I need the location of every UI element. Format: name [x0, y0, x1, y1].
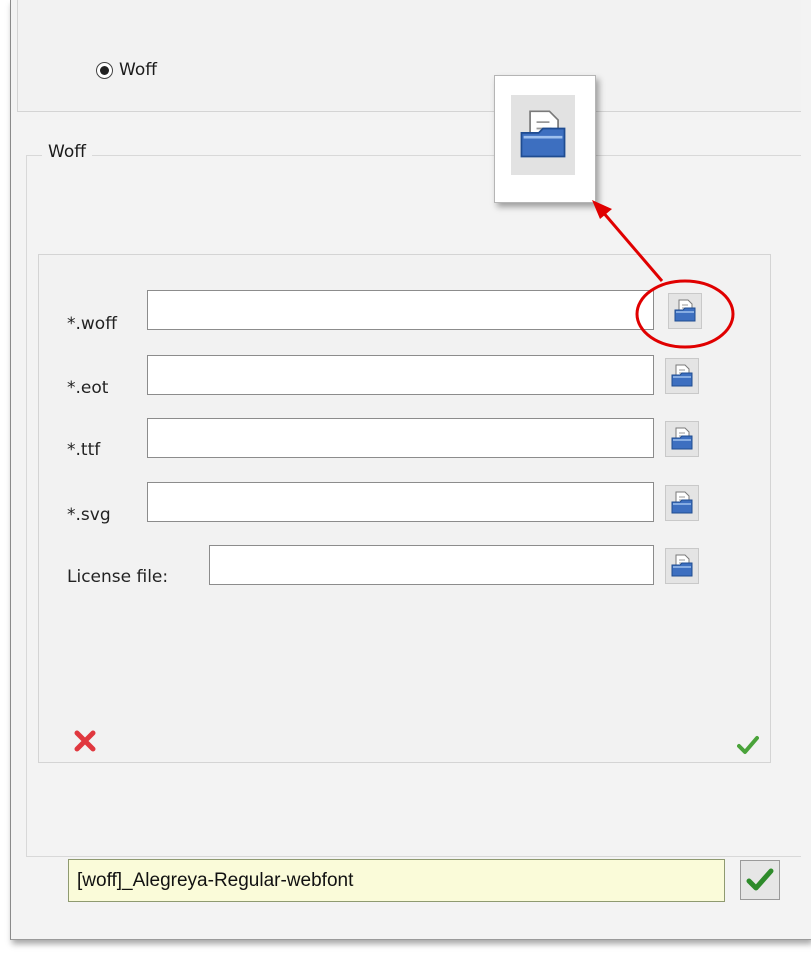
red-x-icon[interactable] [73, 729, 97, 753]
eot-input[interactable] [147, 355, 654, 395]
folder-browse-icon [520, 110, 566, 158]
radio-label: Woff [119, 60, 157, 80]
green-check-icon [746, 868, 774, 891]
folder-browse-icon [671, 491, 693, 514]
eot-label: *.eot [67, 378, 109, 398]
radio-selected-dot [100, 65, 109, 75]
radio-woff[interactable]: Woff [96, 60, 157, 80]
ttf-label: *.ttf [67, 440, 101, 460]
radio-button[interactable] [96, 61, 113, 79]
woff-label: *.woff [67, 314, 117, 334]
folder-browse-icon [671, 554, 693, 577]
svg-label: *.svg [67, 505, 111, 525]
woff-browse-button[interactable] [668, 293, 702, 329]
ttf-input[interactable] [147, 418, 654, 458]
svg-input[interactable] [147, 482, 654, 522]
license-browse-button[interactable] [665, 548, 699, 584]
license-input[interactable] [209, 545, 654, 585]
eot-browse-button[interactable] [665, 358, 699, 394]
confirm-button[interactable] [740, 860, 780, 900]
zoomed-browse-icon-callout [494, 75, 596, 203]
folder-browse-icon [671, 427, 693, 450]
folder-browse-icon [674, 299, 696, 322]
ttf-browse-button[interactable] [665, 421, 699, 457]
format-selector-band [17, 0, 801, 112]
license-label: License file: [67, 567, 169, 587]
folder-browse-icon [671, 364, 693, 387]
group-legend: Woff [42, 142, 92, 162]
zoomed-browse-button [511, 95, 575, 175]
font-name-input[interactable]: [woff]_Alegreya-Regular-webfont [68, 859, 725, 902]
svg-browse-button[interactable] [665, 485, 699, 521]
woff-input[interactable] [147, 290, 654, 330]
green-check-icon[interactable] [737, 735, 759, 755]
